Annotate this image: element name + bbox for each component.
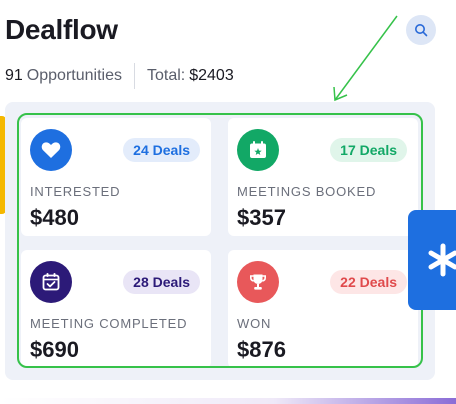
opportunities-count: 91 xyxy=(5,67,23,84)
total-value: $2403 xyxy=(189,67,234,84)
search-icon xyxy=(415,24,428,37)
bottom-edge xyxy=(0,398,456,404)
summary-line: 91 Opportunities Total: $2403 xyxy=(5,63,234,89)
opportunities-label: Opportunities xyxy=(26,67,122,84)
total-label: Total: xyxy=(146,67,186,84)
asterisk-icon xyxy=(428,243,456,277)
search-button[interactable] xyxy=(406,15,436,45)
highlight-box xyxy=(17,113,423,368)
right-side-tab[interactable] xyxy=(408,210,456,310)
summary-divider xyxy=(133,63,135,89)
page-title: Dealflow xyxy=(5,14,118,45)
